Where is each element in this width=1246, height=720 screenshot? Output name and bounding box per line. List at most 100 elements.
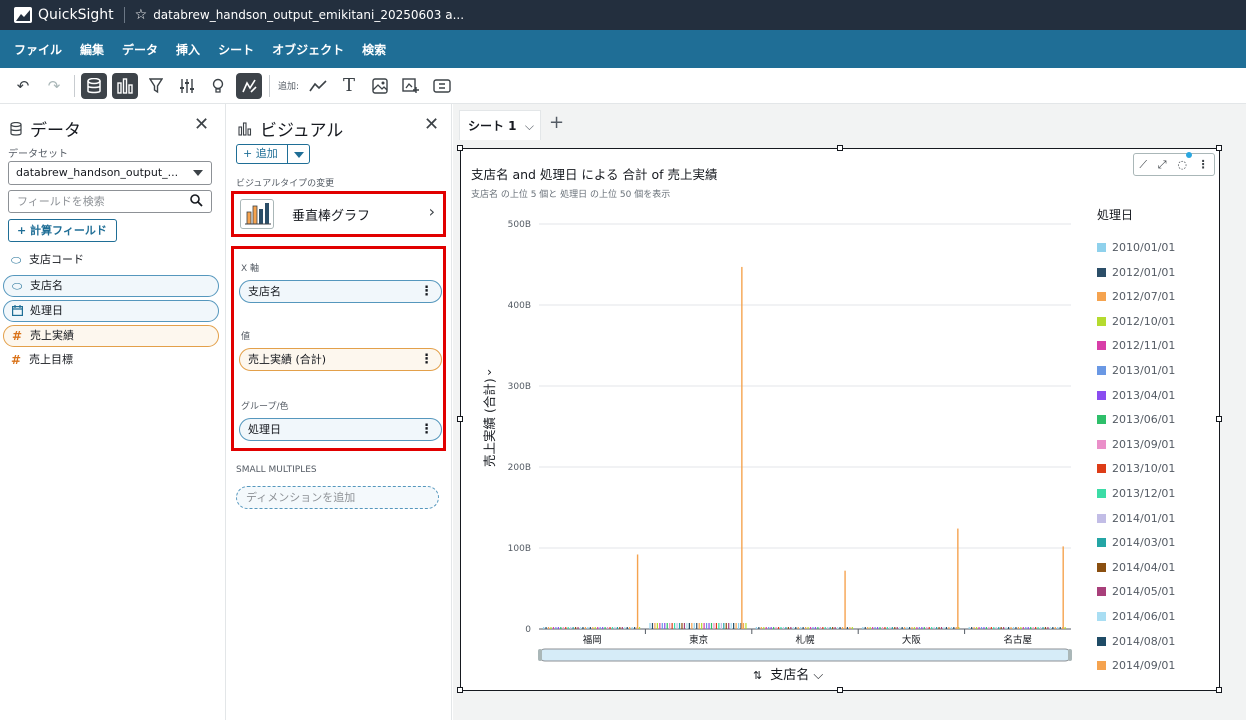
legend-item[interactable]: 2012/11/01 — [1097, 339, 1175, 352]
x-axis-title[interactable]: ⇅ 支店名 ⌵ — [753, 664, 823, 683]
menu-file[interactable]: ファイル — [6, 41, 70, 58]
chevron-down-icon[interactable]: ⌵ — [525, 111, 534, 141]
add-image-icon[interactable] — [367, 73, 393, 99]
legend-swatch — [1097, 439, 1106, 449]
legend-label: 2012/01/01 — [1112, 265, 1176, 279]
bar — [990, 627, 992, 629]
legend-item[interactable]: 2012/10/01 — [1097, 315, 1175, 328]
add-embed-icon[interactable] — [429, 73, 455, 99]
menu-object[interactable]: オブジェクト — [264, 41, 352, 58]
legend-label: 2012/07/01 — [1112, 290, 1176, 304]
add-visual-label: + 追加 — [237, 145, 288, 163]
visual-card[interactable]: 支店名 and 処理日 による 合計 of 売上実績 支店名 の上位 5 個と … — [457, 145, 1222, 693]
legend-item[interactable]: 2013/01/01 — [1097, 364, 1175, 377]
bar — [846, 627, 849, 629]
chevron-down-icon[interactable] — [288, 145, 309, 163]
bar — [971, 627, 973, 629]
data-pane-toggle-icon[interactable] — [81, 72, 107, 99]
add-visual-button[interactable]: + 追加 — [236, 144, 310, 164]
bar — [619, 627, 621, 629]
visual-type-selector[interactable]: 垂直棒グラフ › — [231, 191, 446, 237]
y-axis-title[interactable]: 売上実績 (合計) › — [479, 364, 498, 467]
menu-search[interactable]: 検索 — [354, 41, 394, 58]
legend-swatch — [1097, 587, 1106, 597]
legend-item[interactable]: 2010/01/01 — [1097, 241, 1175, 254]
visual-pane-toggle-icon[interactable] — [112, 72, 138, 99]
data-panel: データ ✕ データセット databrew_handson_output_...… — [0, 104, 226, 720]
field-item-sales-target[interactable]: # 売上目標 — [3, 350, 219, 372]
legend-item[interactable]: 2014/05/01 — [1097, 585, 1175, 598]
close-icon[interactable]: ✕ — [424, 114, 439, 135]
legend-item[interactable]: 2014/06/01 — [1097, 610, 1175, 623]
legend-item[interactable]: 2013/09/01 — [1097, 438, 1175, 451]
legend-item[interactable]: 2014/03/01 — [1097, 536, 1175, 549]
bar — [572, 627, 574, 629]
legend-item[interactable]: 2014/09/01 — [1097, 659, 1175, 672]
bar — [737, 623, 740, 629]
database-icon — [10, 121, 22, 136]
bar — [891, 627, 893, 629]
add-text-icon[interactable]: T — [336, 73, 362, 99]
parameters-icon[interactable] — [174, 73, 200, 99]
y-tick-label: 300B — [508, 382, 531, 392]
add-label: 追加: — [278, 82, 300, 92]
field-item-process-date[interactable]: 処理日 — [3, 300, 219, 322]
field-item-branch-code[interactable]: ⬭ 支店コード — [3, 250, 219, 272]
star-icon[interactable]: ☆ — [135, 7, 148, 23]
dataset-select[interactable]: databrew_handson_output_... — [8, 161, 212, 185]
bar — [1052, 627, 1054, 629]
legend-item[interactable]: 2012/01/01 — [1097, 266, 1175, 279]
menu-data[interactable]: データ — [114, 41, 166, 58]
more-options-icon[interactable]: ⋮ — [420, 419, 433, 440]
menu-edit[interactable]: 編集 — [72, 41, 112, 58]
bar — [587, 627, 589, 629]
add-insight-icon[interactable] — [398, 73, 424, 99]
legend-item[interactable]: 2014/08/01 — [1097, 635, 1175, 648]
group-field-pill[interactable]: 処理日 ⋮ — [239, 418, 442, 441]
analysis-title[interactable]: databrew_handson_output_emikitani_202506… — [153, 8, 464, 22]
brand-name: QuickSight — [38, 7, 114, 23]
more-options-icon[interactable]: ⋮ — [420, 281, 433, 302]
bar — [879, 627, 881, 629]
bar — [606, 627, 609, 629]
field-search-input[interactable]: フィールドを検索 — [8, 190, 212, 213]
bar — [582, 627, 584, 629]
legend-item[interactable]: 2014/01/01 — [1097, 512, 1175, 525]
more-options-icon[interactable]: ⋮ — [420, 349, 433, 370]
bar — [809, 627, 812, 629]
menu-sheet[interactable]: シート — [210, 41, 262, 58]
legend-item[interactable]: 2013/10/01 — [1097, 462, 1175, 475]
insights-icon[interactable] — [205, 73, 231, 99]
bar — [661, 623, 663, 629]
bar — [723, 623, 725, 629]
small-multiples-dropzone[interactable]: ディメンションを追加 — [236, 486, 439, 509]
add-visual-icon[interactable] — [305, 73, 331, 99]
sort-icon[interactable]: ⇅ — [753, 669, 762, 682]
menu-insert[interactable]: 挿入 — [168, 41, 208, 58]
format-visual-icon[interactable] — [236, 72, 262, 99]
close-icon[interactable]: ✕ — [194, 114, 209, 135]
legend-item[interactable]: 2013/04/01 — [1097, 389, 1175, 402]
legend-item[interactable]: 2013/06/01 — [1097, 413, 1175, 426]
x-tick-label: 名古屋 — [1004, 634, 1033, 646]
bar — [1062, 546, 1064, 629]
filter-icon[interactable] — [143, 73, 169, 99]
legend-item[interactable]: 2013/12/01 — [1097, 487, 1175, 500]
bar — [938, 627, 940, 629]
value-field-pill[interactable]: 売上実績 (合計) ⋮ — [239, 348, 442, 371]
redo-icon[interactable]: ↷ — [41, 73, 67, 99]
legend-item[interactable]: 2012/07/01 — [1097, 290, 1175, 303]
legend-item[interactable]: 2014/04/01 — [1097, 561, 1175, 574]
bar — [730, 623, 732, 629]
legend-swatch — [1097, 464, 1106, 474]
visual-type-name: 垂直棒グラフ — [292, 209, 371, 224]
field-item-sales-actual[interactable]: # 売上実績 — [3, 325, 219, 347]
undo-icon[interactable]: ↶ — [10, 73, 36, 99]
add-sheet-icon[interactable]: + — [549, 112, 564, 133]
legend-title: 処理日 — [1097, 208, 1134, 222]
x-axis-field-pill[interactable]: 支店名 ⋮ — [239, 280, 442, 303]
tab-sheet-1[interactable]: シート 1 ⌵ — [459, 110, 541, 140]
field-item-branch-name[interactable]: ⬭ 支店名 — [3, 275, 219, 297]
add-calculated-field-button[interactable]: + 計算フィールド — [8, 219, 117, 242]
group-well-label: グループ/色 — [241, 402, 289, 412]
